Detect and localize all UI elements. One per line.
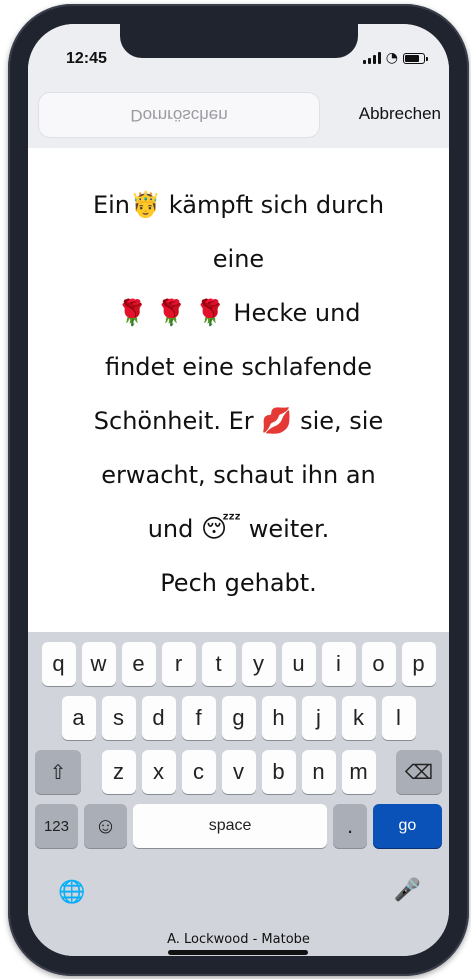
credit-text: A. Lockwood - Matobe — [167, 932, 310, 947]
emoji-icon: ☺ — [94, 813, 117, 838]
message-line: 🌹 🌹 🌹 Hecke und — [116, 298, 361, 327]
message-line: und 😴 weiter. — [147, 514, 330, 543]
backspace-icon: ⌫ — [404, 761, 434, 784]
key-w[interactable]: w — [81, 642, 116, 686]
key-u[interactable]: u — [281, 642, 316, 686]
message-content: Ein🤴 kämpft sich durch eine 🌹 🌹 🌹 Hecke … — [28, 148, 449, 632]
key-o[interactable]: o — [361, 642, 396, 686]
keyboard-row-1: qwertyuiop — [28, 642, 449, 686]
prince-emoji: 🤴 — [130, 190, 162, 219]
key-h[interactable]: h — [261, 696, 296, 740]
key-t[interactable]: t — [201, 642, 236, 686]
emoji-key[interactable]: ☺ — [83, 804, 127, 848]
key-i[interactable]: i — [321, 642, 356, 686]
numbers-key[interactable]: 123 — [35, 804, 78, 848]
key-a[interactable]: a — [61, 696, 96, 740]
signal-icon — [362, 52, 381, 64]
backspace-key[interactable]: ⌫ — [396, 750, 442, 794]
keyboard: qwertyuiop asdfghjkl ⇧ zxcvbnm ⌫ 123 ☺ s… — [28, 632, 449, 956]
keyboard-row-3-letters: zxcvbnm — [101, 750, 376, 794]
keyboard-row-3: ⇧ zxcvbnm ⌫ — [28, 750, 449, 794]
space-key[interactable]: space — [132, 804, 328, 848]
keyboard-row-2: asdfghjkl — [28, 696, 449, 740]
key-q[interactable]: q — [41, 642, 76, 686]
search-bar: Dornröschen Abbrechen — [28, 92, 449, 148]
notch — [120, 24, 358, 58]
phone-screen: 12:45 ◔ Dornröschen Abbrechen Ein🤴 kämpf… — [28, 24, 449, 956]
key-f[interactable]: f — [181, 696, 216, 740]
keyboard-row-4: 123 ☺ space . go — [28, 804, 449, 848]
microphone-icon[interactable]: 🎤 — [394, 878, 421, 903]
message-line: Ein🤴 kämpft sich durch — [92, 190, 385, 219]
search-input-value: Dornröschen — [130, 106, 228, 125]
key-y[interactable]: y — [241, 642, 276, 686]
message-line: eine — [212, 245, 265, 273]
rose-emoji: 🌹 🌹 🌹 — [116, 298, 226, 327]
phone-frame: 12:45 ◔ Dornröschen Abbrechen Ein🤴 kämpf… — [8, 4, 469, 976]
shift-icon: ⇧ — [49, 761, 67, 784]
key-z[interactable]: z — [101, 750, 136, 794]
search-input[interactable]: Dornröschen — [38, 92, 320, 138]
key-c[interactable]: c — [181, 750, 216, 794]
message-line: erwacht, schaut ihn an — [101, 461, 376, 489]
message-line: Pech gehabt. — [160, 569, 317, 597]
key-d[interactable]: d — [141, 696, 176, 740]
message-line: findet eine schlafende — [104, 353, 373, 381]
kiss-emoji: 💋 — [261, 406, 293, 435]
key-g[interactable]: g — [221, 696, 256, 740]
message-line: Schönheit. Er 💋 sie, sie — [93, 406, 384, 435]
key-b[interactable]: b — [261, 750, 296, 794]
key-j[interactable]: j — [301, 696, 336, 740]
sleeping-emoji: 😴 — [201, 514, 242, 543]
battery-icon — [403, 52, 428, 64]
key-n[interactable]: n — [301, 750, 336, 794]
status-time: 12:45 — [66, 50, 107, 67]
status-icons: ◔ — [362, 50, 428, 66]
key-l[interactable]: l — [381, 696, 416, 740]
key-s[interactable]: s — [101, 696, 136, 740]
home-indicator — [168, 950, 308, 955]
key-p[interactable]: p — [401, 642, 436, 686]
period-key[interactable]: . — [333, 804, 367, 848]
key-m[interactable]: m — [341, 750, 376, 794]
key-x[interactable]: x — [141, 750, 176, 794]
shift-key[interactable]: ⇧ — [35, 750, 81, 794]
cancel-button[interactable]: Abbrechen — [359, 104, 441, 124]
globe-icon[interactable]: 🌐 — [58, 880, 85, 905]
go-key[interactable]: go — [372, 804, 442, 848]
key-v[interactable]: v — [221, 750, 256, 794]
key-r[interactable]: r — [161, 642, 196, 686]
key-e[interactable]: e — [121, 642, 156, 686]
key-k[interactable]: k — [341, 696, 376, 740]
wifi-icon: ◔ — [385, 50, 398, 66]
